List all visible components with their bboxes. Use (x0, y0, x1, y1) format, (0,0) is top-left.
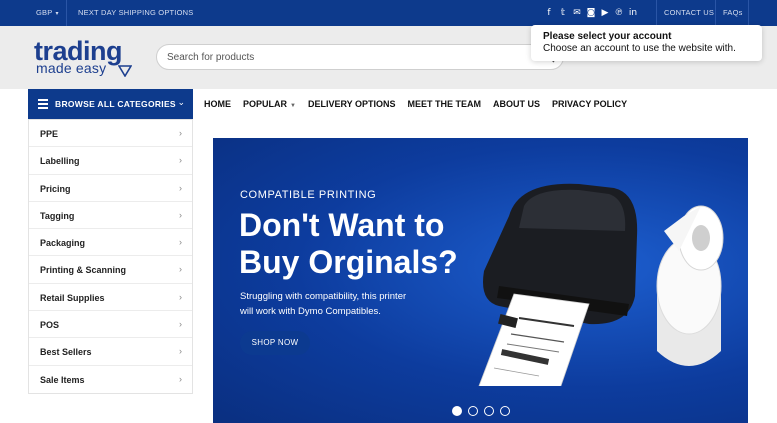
category-label: Packaging (40, 238, 86, 249)
chevron-right-icon: › (179, 291, 182, 302)
chevron-down-icon: ▼ (290, 103, 296, 109)
category-label: Sale Items (40, 374, 85, 385)
category-label: POS (40, 320, 60, 331)
currency-label: GBP (36, 8, 53, 17)
category-label: Best Sellers (40, 347, 92, 358)
chevron-right-icon: › (179, 319, 182, 330)
category-label: Tagging (40, 210, 75, 221)
browse-categories-button[interactable]: BROWSE ALL CATEGORIES ⌄ (28, 89, 193, 119)
slide-dot[interactable] (468, 406, 478, 416)
nav-privacy-policy[interactable]: PRIVACY POLICY (552, 99, 627, 111)
category-item-ppe[interactable]: PPE › (29, 120, 192, 148)
chevron-right-icon: › (179, 182, 182, 193)
popup-title: Please select your account (543, 31, 672, 42)
facebook-icon[interactable]: f (544, 7, 554, 19)
chevron-down-icon: ▾ (55, 11, 59, 17)
category-item-pos[interactable]: POS › (29, 311, 192, 339)
topbar-divider (66, 0, 67, 26)
search-placeholder: Search for products (167, 52, 255, 63)
chevron-right-icon: › (179, 346, 182, 357)
logo-arrow-icon (118, 65, 132, 77)
topbar-divider (715, 0, 716, 26)
youtube-icon[interactable]: ▶ (600, 7, 610, 19)
shop-now-button[interactable]: SHOP NOW (240, 331, 310, 355)
twitter-icon[interactable]: 𝕥 (558, 7, 568, 19)
shipping-options-link[interactable]: NEXT DAY SHIPPING OPTIONS (78, 8, 193, 17)
category-label: Retail Supplies (40, 292, 105, 303)
category-label: PPE (40, 129, 59, 139)
menu-icon (38, 99, 48, 109)
nav-popular[interactable]: POPULAR ▼ (243, 99, 296, 111)
social-links: f 𝕥 ✉ ◙ ▶ ℗ in (544, 7, 638, 19)
slider-dots (452, 406, 510, 416)
topbar-divider (656, 0, 657, 26)
chevron-down-icon: ⌄ (177, 97, 185, 107)
linkedin-icon[interactable]: in (628, 7, 638, 19)
logo-tagline: made easy (36, 60, 107, 76)
category-item-printing-scanning[interactable]: Printing & Scanning › (29, 256, 192, 284)
category-list: PPE › Labelling › Pricing › Tagging › Packag… (28, 119, 193, 394)
chevron-right-icon: › (179, 209, 182, 220)
category-label: Printing & Scanning (40, 265, 127, 276)
category-label: Labelling (40, 156, 80, 167)
search-input[interactable]: Search for products (156, 44, 564, 70)
logo[interactable]: trading made easy (34, 36, 138, 80)
browse-categories-label: BROWSE ALL CATEGORIES (55, 99, 176, 109)
slide-dot[interactable] (484, 406, 494, 416)
slide-dot[interactable] (500, 406, 510, 416)
nav-delivery-options[interactable]: DELIVERY OPTIONS (308, 99, 396, 111)
contact-us-link[interactable]: CONTACT US (664, 8, 714, 17)
instagram-icon[interactable]: ◙ (586, 7, 596, 19)
category-item-sale-items[interactable]: Sale Items › (29, 366, 192, 393)
category-item-labelling[interactable]: Labelling › (29, 147, 192, 175)
email-icon[interactable]: ✉ (572, 7, 582, 19)
nav-about-us[interactable]: ABOUT US (493, 99, 540, 111)
hero-banner[interactable]: COMPATIBLE PRINTING Don't Want to Buy Or… (213, 138, 748, 423)
chevron-right-icon: › (179, 155, 182, 166)
hero-kicker: COMPATIBLE PRINTING (240, 189, 377, 201)
faqs-link[interactable]: FAQs (723, 8, 743, 17)
category-item-pricing[interactable]: Pricing › (29, 175, 192, 202)
label-printer-image (478, 183, 724, 386)
chevron-right-icon: › (179, 373, 182, 384)
nav-home[interactable]: HOME (204, 99, 231, 111)
nav-meet-the-team[interactable]: MEET THE TEAM (408, 99, 482, 111)
nav-label: POPULAR (243, 99, 288, 109)
category-item-packaging[interactable]: Packaging › (29, 229, 192, 257)
hero-subtext: Struggling with compatibility, this prin… (240, 291, 407, 317)
chevron-right-icon: › (179, 128, 182, 138)
category-item-retail-supplies[interactable]: Retail Supplies › (29, 284, 192, 312)
chevron-right-icon: › (179, 237, 182, 248)
main-nav: HOME POPULAR ▼ DELIVERY OPTIONS MEET THE … (204, 99, 627, 111)
popup-message: Choose an account to use the website wit… (543, 43, 736, 54)
category-item-best-sellers[interactable]: Best Sellers › (29, 338, 192, 366)
slide-dot[interactable] (452, 406, 462, 416)
chevron-right-icon: › (179, 264, 182, 275)
topbar-divider (748, 0, 749, 26)
pinterest-icon[interactable]: ℗ (614, 7, 624, 19)
currency-selector[interactable]: GBP ▾ (36, 8, 59, 17)
category-item-tagging[interactable]: Tagging › (29, 202, 192, 230)
top-bar: GBP ▾ NEXT DAY SHIPPING OPTIONS f 𝕥 ✉ ◙ ▶… (0, 0, 777, 26)
category-label: Pricing (40, 183, 71, 194)
account-select-popup[interactable]: Please select your account Choose an acc… (531, 25, 762, 61)
